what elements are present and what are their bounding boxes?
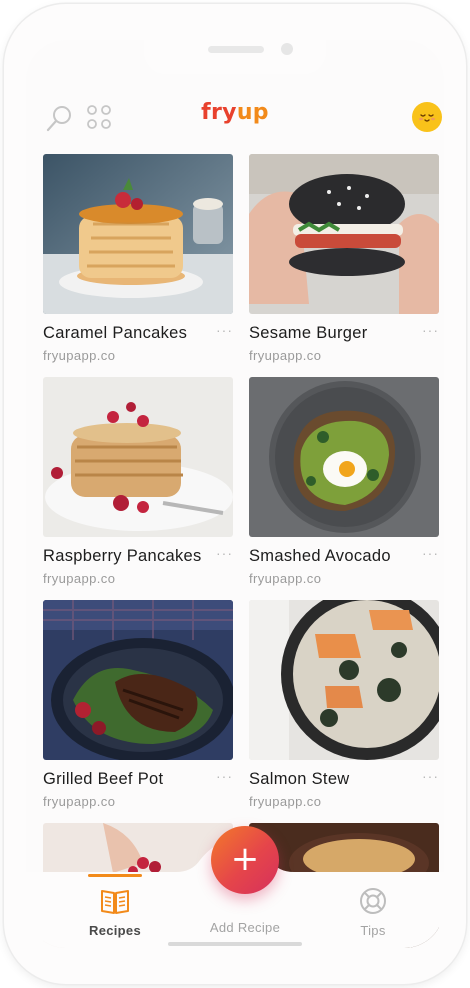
recipe-card[interactable]: Salmon Stew fryupapp.co ···: [249, 600, 439, 809]
avatar[interactable]: [412, 102, 442, 132]
recipe-card[interactable]: Raspberry Pancakes fryupapp.co ···: [43, 377, 233, 586]
speaker: [208, 46, 264, 53]
recipe-source: fryupapp.co: [43, 571, 116, 586]
plus-icon: +: [230, 839, 260, 879]
recipe-card[interactable]: Grilled Beef Pot fryupapp.co ···: [43, 600, 233, 809]
home-indicator: [168, 942, 302, 946]
logo-part-1: fry: [201, 100, 237, 125]
add-recipe-button[interactable]: +: [211, 826, 279, 894]
app-screen: fryup Caramel Pancakes fryupapp.co ··· S…: [26, 40, 444, 948]
more-options-icon[interactable]: ···: [422, 768, 439, 784]
more-options-icon[interactable]: ···: [422, 545, 439, 561]
recipe-title: Smashed Avocado: [249, 547, 391, 565]
tab-label: Tips: [360, 923, 386, 938]
recipe-title: Grilled Beef Pot: [43, 770, 164, 788]
recipe-image-smashed-avocado[interactable]: [249, 377, 439, 537]
app-logo: fryup: [26, 100, 444, 125]
recipe-image-grilled-beef-pot[interactable]: [43, 600, 233, 760]
more-options-icon[interactable]: ···: [422, 322, 439, 338]
more-options-icon[interactable]: ···: [216, 322, 233, 338]
recipe-card[interactable]: Sesame Burger fryupapp.co ···: [249, 154, 439, 363]
recipe-title: Salmon Stew: [249, 770, 350, 788]
recipe-source: fryupapp.co: [43, 794, 116, 809]
smiley-avatar-icon: [419, 114, 435, 122]
recipe-title: Raspberry Pancakes: [43, 547, 202, 565]
tab-recipes[interactable]: Recipes: [60, 886, 170, 938]
recipe-source: fryupapp.co: [249, 348, 322, 363]
recipe-image-raspberry-pancakes[interactable]: [43, 377, 233, 537]
top-bar: fryup: [26, 100, 444, 136]
tab-add-recipe[interactable]: Add Recipe: [190, 918, 300, 935]
tab-label: Add Recipe: [209, 920, 281, 935]
lifebuoy-icon: [360, 888, 386, 914]
tab-tips[interactable]: Tips: [318, 886, 428, 938]
recipe-title: Sesame Burger: [249, 324, 368, 342]
book-icon: [101, 890, 129, 914]
recipe-card[interactable]: Smashed Avocado fryupapp.co ···: [249, 377, 439, 586]
recipe-source: fryupapp.co: [249, 571, 322, 586]
camera: [281, 43, 293, 55]
recipe-title: Caramel Pancakes: [43, 324, 188, 342]
tab-label: Recipes: [89, 923, 141, 938]
recipe-image-sesame-burger[interactable]: [249, 154, 439, 314]
recipe-image-caramel-pancakes[interactable]: [43, 154, 233, 314]
recipe-image-salmon-stew[interactable]: [249, 600, 439, 760]
recipe-source: fryupapp.co: [249, 794, 322, 809]
more-options-icon[interactable]: ···: [216, 545, 233, 561]
recipe-source: fryupapp.co: [43, 348, 116, 363]
more-options-icon[interactable]: ···: [216, 768, 233, 784]
logo-part-2: up: [236, 100, 269, 125]
phone-frame: fryup Caramel Pancakes fryupapp.co ··· S…: [4, 4, 466, 984]
active-tab-indicator: [88, 874, 142, 877]
recipe-card[interactable]: Caramel Pancakes fryupapp.co ···: [43, 154, 233, 363]
